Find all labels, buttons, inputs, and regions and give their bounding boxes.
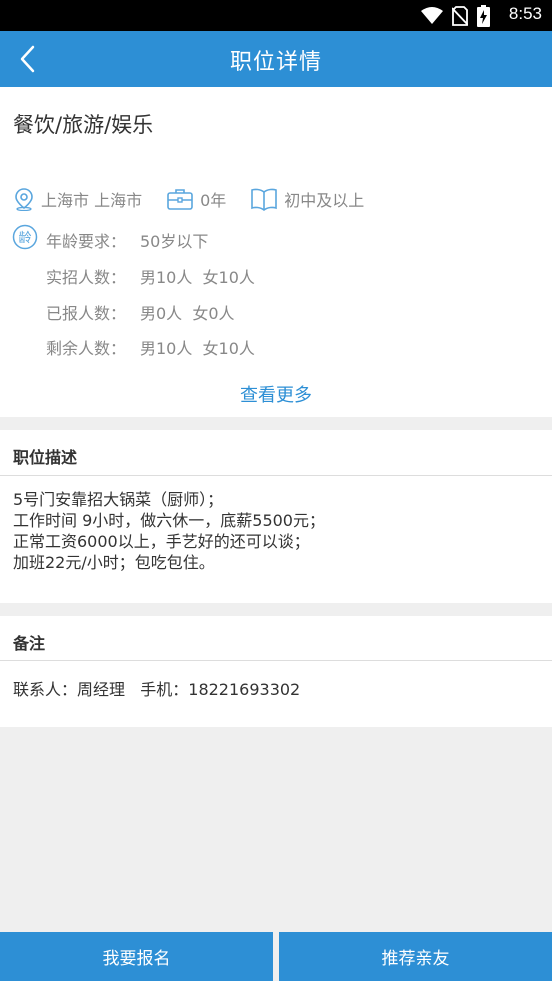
description-card: 职位描述 5号门安靠招大锅菜（厨师）； 工作时间 9小时，做六休一，底薪5500… xyxy=(0,430,552,603)
education-item: 初中及以上 xyxy=(250,187,364,211)
description-title: 职位描述 xyxy=(13,448,78,467)
recommend-friends-button[interactable]: 推荐亲友 xyxy=(279,932,552,981)
remark-title: 备注 xyxy=(13,634,46,653)
description-line: 加班22元/小时；包吃包住。 xyxy=(13,553,215,572)
bottom-action-bar: 我要报名 推荐亲友 xyxy=(0,932,552,981)
requirement-row: 实招人数： 男10人 女10人 xyxy=(46,264,255,288)
description-line: 工作时间 9小时，做六休一，底薪5500元； xyxy=(13,511,325,530)
divider xyxy=(0,660,552,661)
experience-item: 0年 xyxy=(166,187,226,211)
location-pin-icon xyxy=(15,188,33,211)
requirement-row: 剩余人数： 男10人 女10人 xyxy=(46,335,255,359)
requirement-label: 年龄要求： xyxy=(46,232,127,251)
remark-content: 联系人：周经理 手机：18221693302 xyxy=(13,680,301,699)
page-title: 职位详情 xyxy=(229,50,322,75)
education-text: 初中及以上 xyxy=(284,191,365,210)
job-summary-card: 餐饮/旅游/娱乐 上海市 上海市 0年 初中及以上 龄 年龄要求： 50岁以下 … xyxy=(0,87,552,417)
apply-button[interactable]: 我要报名 xyxy=(0,932,273,981)
experience-text: 0年 xyxy=(200,191,227,210)
age-icon-text: 龄 xyxy=(18,231,31,246)
see-more-link[interactable]: 查看更多 xyxy=(0,381,552,407)
divider xyxy=(0,475,552,476)
requirement-row: 年龄要求： 50岁以下 xyxy=(46,228,208,252)
battery-charging-icon xyxy=(477,5,490,27)
location-item: 上海市 上海市 xyxy=(13,187,142,211)
requirement-label: 已报人数： xyxy=(46,304,127,323)
status-bar: 8:53 xyxy=(0,0,552,31)
requirement-label: 剩余人数： xyxy=(46,339,127,358)
no-sim-icon xyxy=(452,6,468,26)
wifi-icon xyxy=(421,7,443,24)
book-icon xyxy=(251,188,278,211)
remark-card: 备注 联系人：周经理 手机：18221693302 xyxy=(0,616,552,727)
requirement-label: 实招人数： xyxy=(46,268,127,287)
briefcase-icon xyxy=(167,189,193,210)
requirement-row: 已报人数： 男0人 女0人 xyxy=(46,300,235,324)
age-icon: 龄 xyxy=(12,224,38,250)
requirement-value: 男10人 女10人 xyxy=(140,268,255,287)
status-time: 8:53 xyxy=(508,4,542,23)
job-meta-row: 上海市 上海市 0年 初中及以上 xyxy=(13,187,388,211)
requirement-value: 男0人 女0人 xyxy=(140,304,235,323)
app-bar: 职位详情 xyxy=(0,31,552,87)
location-text: 上海市 上海市 xyxy=(41,191,143,210)
status-icons xyxy=(421,5,490,27)
description-line: 正常工资6000以上，手艺好的还可以谈； xyxy=(13,532,310,551)
description-body: 5号门安靠招大锅菜（厨师）； 工作时间 9小时，做六休一，底薪5500元； 正常… xyxy=(13,489,325,573)
description-line: 5号门安靠招大锅菜（厨师）； xyxy=(13,490,224,509)
requirement-value: 50岁以下 xyxy=(140,232,209,251)
requirement-value: 男10人 女10人 xyxy=(140,339,255,358)
job-category: 餐饮/旅游/娱乐 xyxy=(13,113,154,137)
